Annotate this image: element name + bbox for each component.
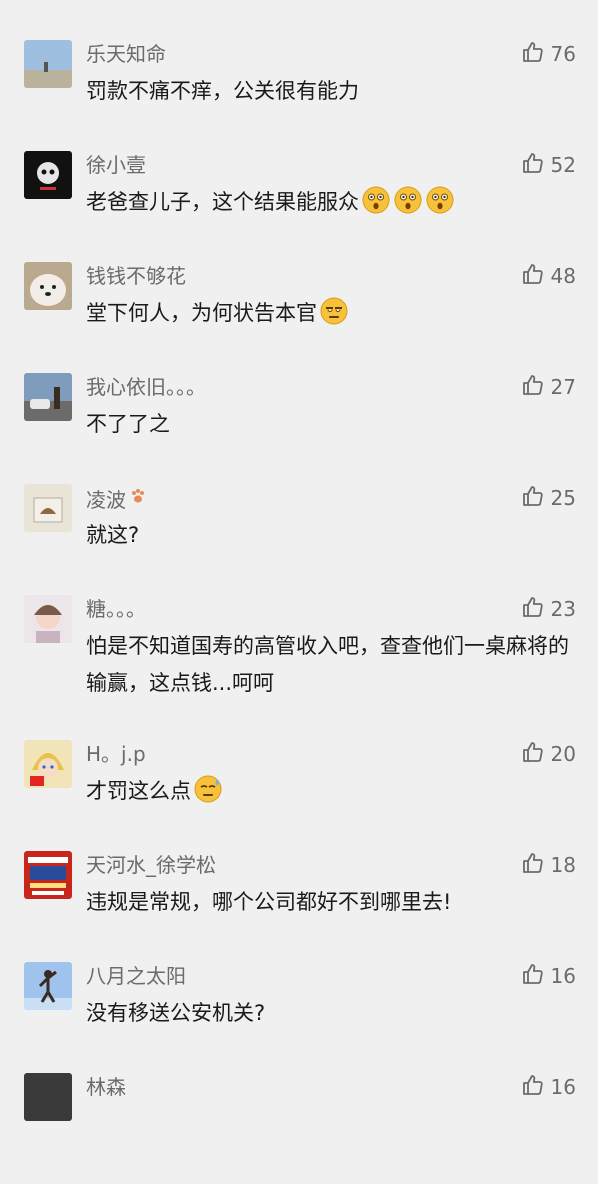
thumbs-up-icon (521, 1073, 545, 1101)
comment-item: 八月之太阳 16 没有移送公安机关? (0, 962, 598, 1073)
comment-item: H。j.p 20 才罚这么点 (0, 740, 598, 851)
comment-author[interactable]: 林森 (86, 1073, 126, 1101)
avatar[interactable] (24, 1073, 72, 1121)
sweat-face-icon (193, 774, 223, 804)
avatar[interactable] (24, 484, 72, 532)
thumbs-up-icon (521, 262, 545, 290)
comment-text: 罚款不痛不痒，公关很有能力 (86, 79, 359, 103)
astonished-face-icon (393, 185, 423, 215)
thumbs-up-icon (521, 373, 545, 401)
comment-author[interactable]: 糖。。。 (86, 595, 146, 623)
like-button[interactable]: 16 (521, 962, 576, 990)
comment-text: 违规是常规，哪个公司都好不到哪里去! (86, 890, 452, 914)
thumbs-up-icon (521, 40, 545, 68)
comment-author[interactable]: 徐小壹 (86, 151, 146, 179)
avatar[interactable] (24, 851, 72, 899)
comment-author[interactable]: 我心依旧。。。 (86, 373, 206, 401)
like-count: 18 (550, 853, 576, 877)
like-button[interactable]: 20 (521, 740, 576, 768)
comment-text: 老爸查儿子，这个结果能服众 (86, 184, 576, 221)
comment-author[interactable]: 钱钱不够花 (86, 262, 186, 290)
like-button[interactable]: 16 (521, 1073, 576, 1101)
comment-text: 就这? (86, 523, 140, 547)
comment-item: 钱钱不够花 48 堂下何人，为何状告本官 (0, 262, 598, 373)
like-count: 48 (550, 264, 576, 288)
like-button[interactable]: 25 (521, 484, 576, 512)
comment-text: 不了了之 (86, 412, 170, 436)
like-button[interactable]: 18 (521, 851, 576, 879)
thumbs-up-icon (521, 151, 545, 179)
comment-item: 我心依旧。。。 27 不了了之 (0, 373, 598, 484)
like-button[interactable]: 48 (521, 262, 576, 290)
comment-author[interactable]: 八月之太阳 (86, 962, 186, 990)
like-count: 52 (550, 153, 576, 177)
astonished-face-icon (425, 185, 455, 215)
comment-text: 才罚这么点 (86, 773, 576, 810)
like-count: 16 (550, 964, 576, 988)
comment-item: 林森 16 (0, 1073, 598, 1184)
like-count: 76 (550, 42, 576, 66)
comment-author[interactable]: 乐天知命 (86, 40, 166, 68)
unamused-face-icon (319, 296, 349, 326)
thumbs-up-icon (521, 595, 545, 623)
comment-author[interactable]: 天河水_徐学松 (86, 851, 216, 879)
thumbs-up-icon (521, 740, 545, 768)
thumbs-up-icon (521, 962, 545, 990)
comment-text: 没有移送公安机关? (86, 1001, 266, 1025)
flag-icon (30, 776, 44, 786)
like-count: 27 (550, 375, 576, 399)
comment-item: 天河水_徐学松 18 违规是常规，哪个公司都好不到哪里去! (0, 851, 598, 962)
astonished-face-icon (361, 185, 391, 215)
thumbs-up-icon (521, 484, 545, 512)
like-count: 20 (550, 742, 576, 766)
avatar[interactable] (24, 595, 72, 643)
comment-text: 堂下何人，为何状告本官 (86, 295, 576, 332)
comment-item: 糖。。。 23 怕是不知道国寿的高管收入吧，查查他们一桌麻将的输赢，这点钱...… (0, 595, 598, 706)
paw-icon (129, 484, 147, 503)
like-count: 16 (550, 1075, 576, 1099)
comment-item: 徐小壹 52 老爸查儿子，这个结果能服众 (0, 151, 598, 262)
avatar[interactable] (24, 262, 72, 310)
like-button[interactable]: 23 (521, 595, 576, 623)
comment-author[interactable]: 凌波 (86, 484, 147, 512)
comment-item: 乐天知命 76 罚款不痛不痒，公关很有能力 (0, 40, 598, 151)
avatar[interactable] (24, 151, 72, 199)
thumbs-up-icon (521, 851, 545, 879)
like-count: 23 (550, 597, 576, 621)
like-button[interactable]: 27 (521, 373, 576, 401)
avatar[interactable] (24, 373, 72, 421)
comment-author[interactable]: H。j.p (86, 740, 146, 768)
like-count: 25 (550, 486, 576, 510)
like-button[interactable]: 76 (521, 40, 576, 68)
avatar[interactable] (24, 962, 72, 1010)
like-button[interactable]: 52 (521, 151, 576, 179)
comment-item: 凌波 25 就这? (0, 484, 598, 595)
avatar[interactable] (24, 40, 72, 88)
comment-text: 怕是不知道国寿的高管收入吧，查查他们一桌麻将的输赢，这点钱...呵呵 (86, 634, 569, 695)
